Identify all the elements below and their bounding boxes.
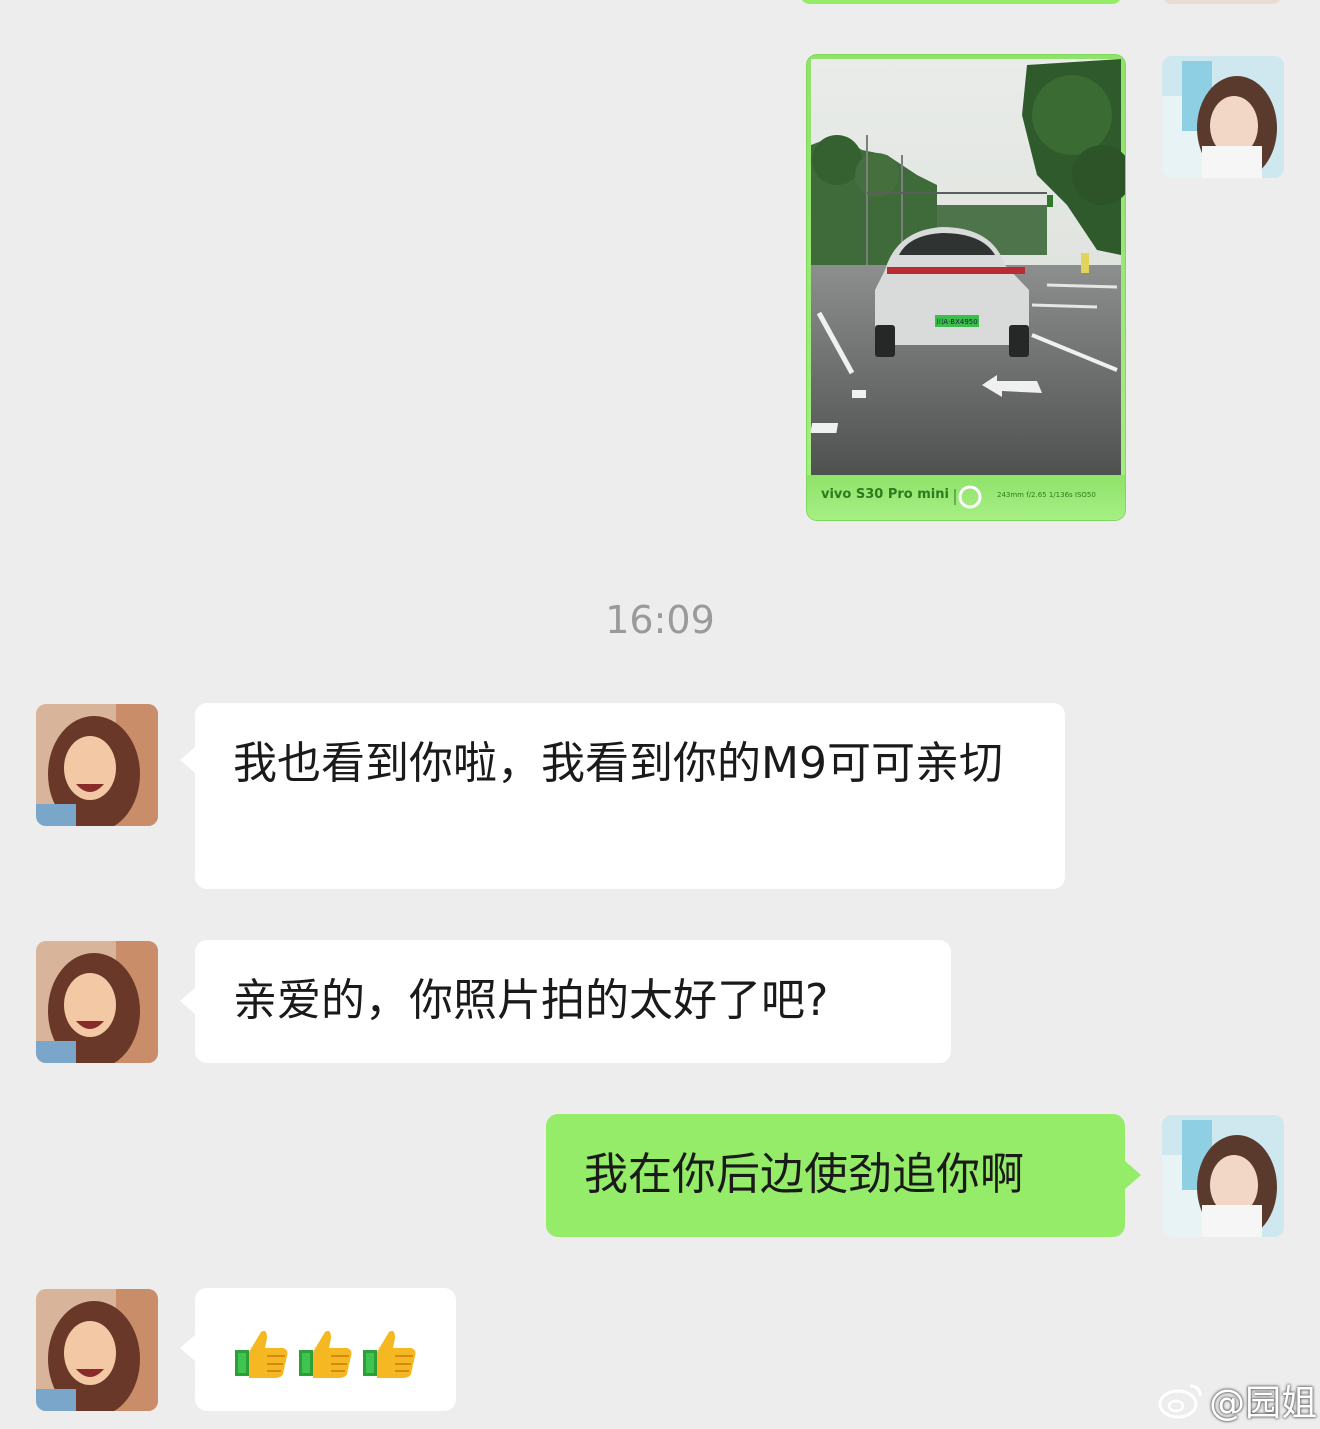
bubble-tail — [180, 746, 196, 774]
photo-message[interactable]: vivo S30 Pro mini 243mm f/2.65 1/136s IS… — [807, 55, 1125, 520]
watermark-text: @园姐 — [1209, 1383, 1318, 1424]
bubble-tail — [1125, 1161, 1141, 1189]
message-text: 我也看到你啦，我看到你的M9可可亲切 — [233, 738, 1003, 789]
message-text: 我在你后边使劲追你啊 — [584, 1149, 1024, 1200]
previous-bubble-edge — [800, 0, 1122, 4]
weibo-icon — [1158, 1384, 1202, 1419]
bubble-tail — [180, 987, 196, 1015]
message-bubble-incoming[interactable] — [195, 1288, 456, 1411]
previous-avatar-edge — [1162, 0, 1282, 4]
message-bubble-incoming[interactable]: 亲爱的，你照片拍的太好了吧? — [195, 940, 951, 1063]
contact-avatar[interactable] — [36, 1289, 158, 1411]
my-avatar[interactable] — [1162, 1115, 1284, 1237]
thumbs-up-icon — [363, 1330, 416, 1378]
photo-image — [807, 55, 1125, 520]
my-avatar[interactable] — [1162, 56, 1284, 178]
weibo-watermark: @园姐 — [1158, 1374, 1317, 1424]
license-plate: 川A·BX4950 — [936, 318, 978, 326]
time-divider: 16:09 — [605, 598, 715, 642]
contact-avatar[interactable] — [36, 704, 158, 826]
message-bubble-incoming[interactable]: 我也看到你啦，我看到你的M9可可亲切 — [195, 703, 1065, 889]
contact-avatar[interactable] — [36, 941, 158, 1063]
exif-info: 243mm f/2.65 1/136s ISO50 — [997, 491, 1096, 499]
message-text: 亲爱的，你照片拍的太好了吧? — [233, 975, 829, 1026]
thumbs-up-icon — [235, 1330, 288, 1378]
camera-brand: vivo S30 Pro mini — [821, 487, 949, 502]
thumbs-up-icon — [299, 1330, 352, 1378]
bubble-tail — [180, 1334, 196, 1362]
message-bubble-outgoing[interactable]: 我在你后边使劲追你啊 — [546, 1114, 1125, 1237]
